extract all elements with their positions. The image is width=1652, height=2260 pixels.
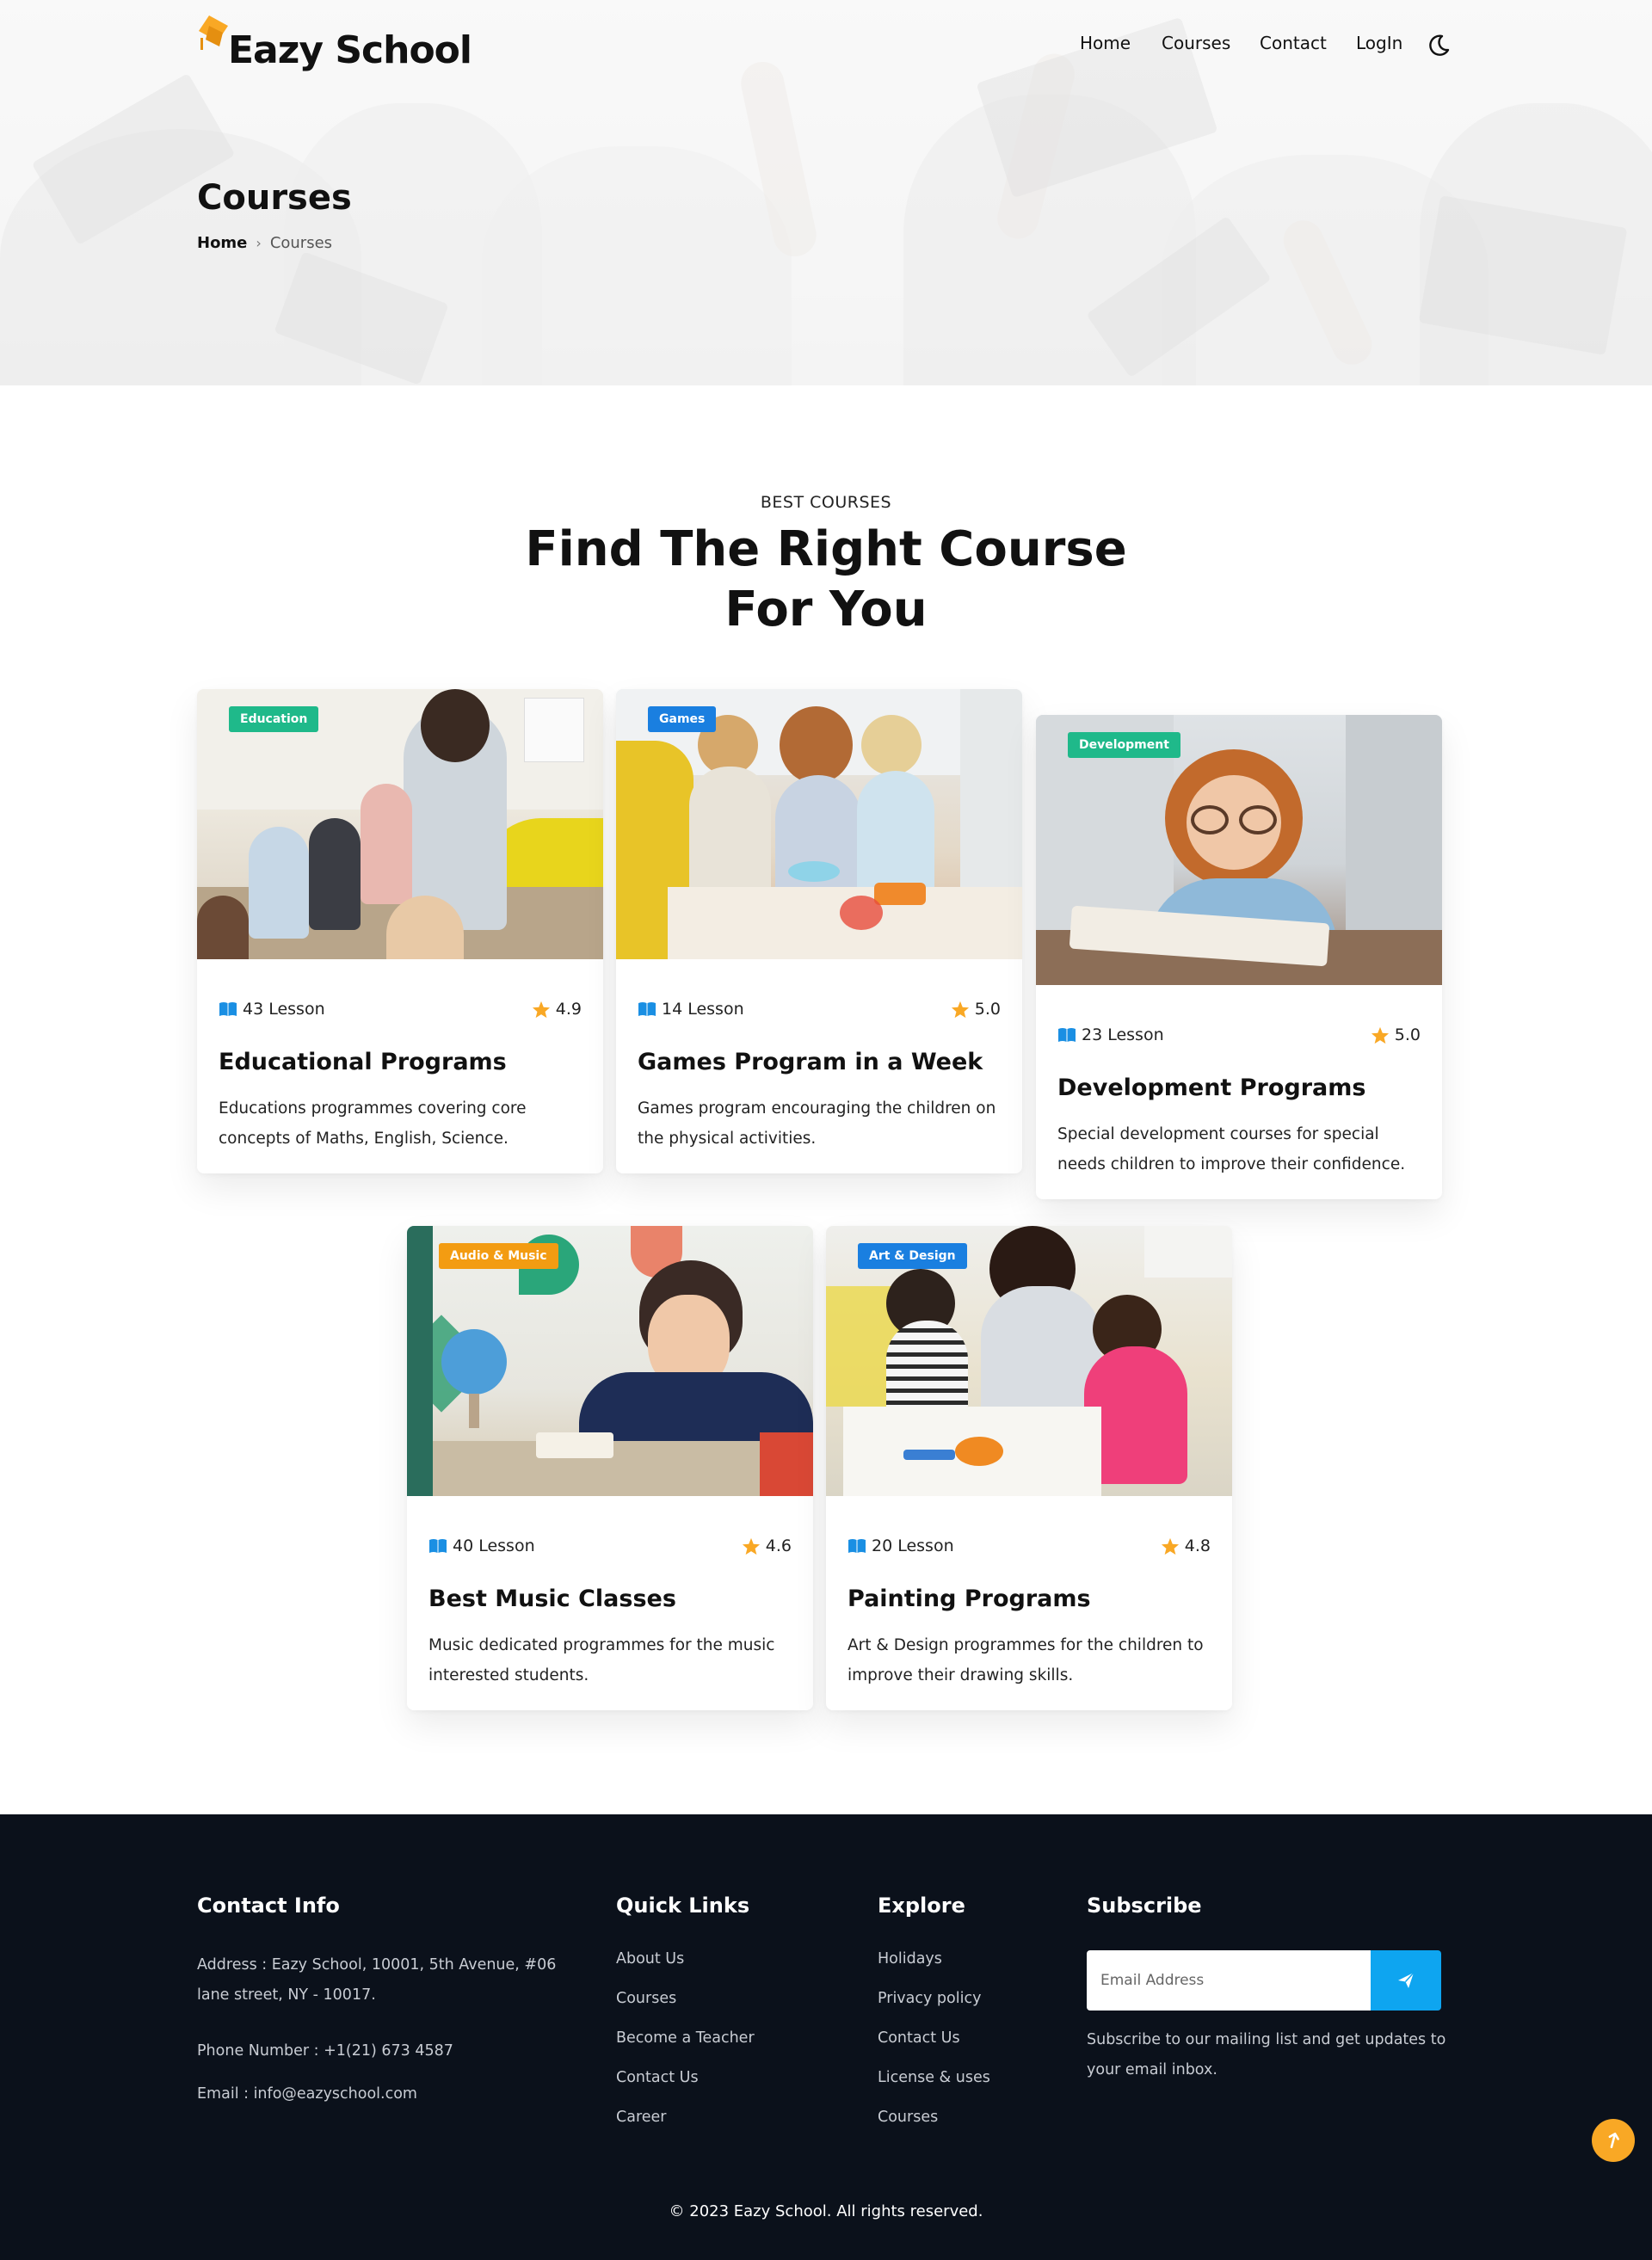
course-card-music[interactable]: Audio & Music 40 Lesson 4.6 Best Music C… xyxy=(407,1226,813,1710)
lesson-count: 14 Lesson xyxy=(638,1000,744,1019)
footer-link-contact-us[interactable]: Contact Us xyxy=(616,2069,699,2086)
category-badge: Art & Design xyxy=(858,1243,967,1269)
star-icon xyxy=(1161,1537,1179,1555)
breadcrumb-home[interactable]: Home xyxy=(197,234,247,252)
course-description: Music dedicated programmes for the music… xyxy=(428,1636,775,1684)
footer-link-courses[interactable]: Courses xyxy=(616,1990,676,2007)
course-title[interactable]: Educational Programs xyxy=(219,1049,507,1075)
footer-link-holidays[interactable]: Holidays xyxy=(878,1950,942,1967)
star-icon xyxy=(532,1001,550,1018)
nav-login[interactable]: LogIn xyxy=(1356,33,1402,53)
breadcrumb-current: Courses xyxy=(269,234,333,252)
category-badge: Development xyxy=(1068,732,1180,758)
footer-link-license[interactable]: License & uses xyxy=(878,2069,990,2086)
footer-link-career[interactable]: Career xyxy=(616,2109,666,2126)
subscribe-note: Subscribe to our mailing list and get up… xyxy=(1087,2031,1446,2078)
rating-value: 5.0 xyxy=(1394,1025,1421,1044)
category-badge: Audio & Music xyxy=(439,1243,558,1269)
footer-link-become-teacher[interactable]: Become a Teacher xyxy=(616,2029,755,2047)
course-image: Development xyxy=(1036,715,1442,985)
course-title[interactable]: Painting Programs xyxy=(848,1586,1091,1612)
rating: 4.6 xyxy=(742,1536,792,1555)
site-footer: Contact Info Address : Eazy School, 1000… xyxy=(0,1814,1652,2260)
course-card-painting[interactable]: Art & Design 20 Lesson 4.8 Painting Prog… xyxy=(826,1226,1232,1710)
footer-link-privacy-policy[interactable]: Privacy policy xyxy=(878,1990,981,2007)
breadcrumb: Home › Courses xyxy=(197,234,332,252)
send-icon xyxy=(1398,1972,1415,1988)
book-icon xyxy=(219,1002,237,1016)
dark-mode-moon-icon[interactable] xyxy=(1426,33,1452,59)
course-card-development[interactable]: Development 23 Lesson 5.0 Development Pr… xyxy=(1036,715,1442,1199)
subscribe-heading: Subscribe xyxy=(1087,1894,1202,1918)
lesson-count-label: 43 Lesson xyxy=(243,1000,325,1019)
explore-heading: Explore xyxy=(878,1894,965,1918)
rating-value: 4.9 xyxy=(555,1000,582,1019)
nav-contact[interactable]: Contact xyxy=(1260,33,1327,53)
lesson-count-label: 20 Lesson xyxy=(872,1536,954,1555)
course-description: Art & Design programmes for the children… xyxy=(848,1636,1204,1684)
rating: 4.9 xyxy=(532,1000,582,1019)
contact-address: Address : Eazy School, 10001, 5th Avenue… xyxy=(197,1956,557,2004)
course-title[interactable]: Best Music Classes xyxy=(428,1586,676,1612)
category-badge: Games xyxy=(648,706,717,732)
course-description: Educations programmes covering core conc… xyxy=(219,1099,527,1148)
rating-value: 4.8 xyxy=(1184,1536,1211,1555)
footer-link-courses-2[interactable]: Courses xyxy=(878,2109,938,2126)
category-badge: Education xyxy=(229,706,319,732)
course-image: Audio & Music xyxy=(407,1226,813,1496)
section-title: Find The Right Course For You xyxy=(525,521,1127,637)
page-title: Courses xyxy=(197,178,352,218)
lesson-count-label: 40 Lesson xyxy=(453,1536,535,1555)
lesson-count: 23 Lesson xyxy=(1057,1025,1164,1044)
footer-link-contact-us-2[interactable]: Contact Us xyxy=(878,2029,960,2047)
subscribe-button[interactable] xyxy=(1371,1950,1441,2011)
course-card-games[interactable]: Games 14 Lesson 5.0 Games Program in a W… xyxy=(616,689,1022,1173)
course-title[interactable]: Games Program in a Week xyxy=(638,1049,983,1075)
copyright: © 2023 Eazy School. All rights reserved. xyxy=(669,2202,983,2220)
rating: 5.0 xyxy=(951,1000,1001,1019)
star-icon xyxy=(1371,1026,1389,1044)
rating-value: 4.6 xyxy=(765,1536,792,1555)
book-icon xyxy=(1058,1028,1076,1042)
course-title[interactable]: Development Programs xyxy=(1057,1075,1365,1101)
section-eyebrow: BEST COURSES xyxy=(760,493,892,512)
contact-phone: Phone Number : +1(21) 673 4587 xyxy=(197,2042,453,2060)
rating: 4.8 xyxy=(1161,1536,1211,1555)
lesson-count-label: 14 Lesson xyxy=(662,1000,744,1019)
book-icon xyxy=(429,1539,447,1553)
nav-home[interactable]: Home xyxy=(1080,33,1131,53)
lesson-count: 40 Lesson xyxy=(428,1536,535,1555)
contact-info-heading: Contact Info xyxy=(197,1894,340,1918)
scroll-to-top-button[interactable] xyxy=(1592,2119,1635,2162)
nav-courses[interactable]: Courses xyxy=(1162,33,1230,53)
lesson-count-label: 23 Lesson xyxy=(1082,1025,1164,1044)
course-description: Games program encouraging the children o… xyxy=(638,1099,996,1148)
arrow-up-icon xyxy=(1608,2132,1619,2149)
subscribe-email-input[interactable] xyxy=(1087,1950,1371,2011)
course-description: Special development courses for special … xyxy=(1057,1125,1406,1173)
quick-links-heading: Quick Links xyxy=(616,1894,750,1918)
star-icon xyxy=(742,1537,760,1555)
course-image: Education xyxy=(197,689,603,959)
contact-email: Email : info@eazyschool.com xyxy=(197,2085,417,2103)
book-icon xyxy=(848,1539,866,1553)
book-icon xyxy=(638,1002,656,1016)
course-card-educational[interactable]: Education 43 Lesson 4.9 Educational Prog… xyxy=(197,689,603,1173)
lesson-count: 20 Lesson xyxy=(848,1536,954,1555)
course-image: Art & Design xyxy=(826,1226,1232,1496)
chevron-right-icon: › xyxy=(256,235,262,251)
course-image: Games xyxy=(616,689,1022,959)
lesson-count: 43 Lesson xyxy=(219,1000,325,1019)
rating: 5.0 xyxy=(1371,1025,1421,1044)
star-icon xyxy=(951,1001,969,1018)
main-nav: Home Courses Contact LogIn xyxy=(0,33,1652,64)
rating-value: 5.0 xyxy=(974,1000,1001,1019)
footer-link-about-us[interactable]: About Us xyxy=(616,1950,684,1967)
